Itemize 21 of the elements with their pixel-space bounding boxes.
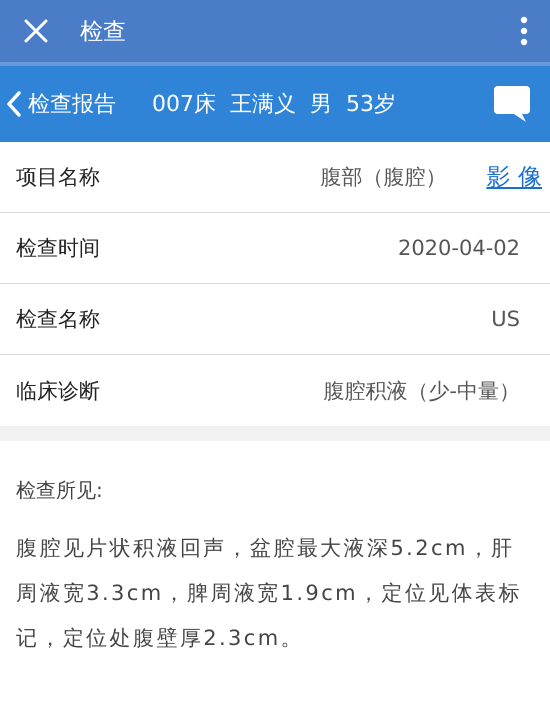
patient-info: 王满义 — [230, 91, 296, 119]
back-button[interactable]: 检查报告 — [6, 89, 116, 119]
patient-info: 53岁 — [346, 91, 396, 119]
field-label: 临床诊断 — [16, 378, 101, 404]
back-icon[interactable] — [6, 90, 22, 118]
field-value: US — [491, 307, 520, 331]
more-icon[interactable] — [520, 16, 528, 46]
section-heading: 检查所见: — [16, 477, 104, 504]
chat-icon[interactable] — [492, 84, 532, 124]
field-label: 项目名称 — [16, 164, 101, 191]
findings-text: 腹腔见片状积液回声，盆腔最大液深5.2cm，肝周液宽3.3cm，脾周液宽1.9cm，定位见体表标记，定位处腹壁厚2.3cm。 — [16, 535, 523, 652]
close-icon[interactable] — [24, 19, 48, 43]
patient-info: 007床 — [152, 91, 216, 119]
field-value: 2020-04-02 — [398, 236, 520, 260]
page-title: 检查 — [80, 18, 127, 46]
field-value: 腹腔积液（少-中量） — [323, 378, 520, 404]
field-value: 腹部（腹腔） — [320, 164, 446, 191]
field-label: 检查名称 — [16, 306, 101, 333]
field-label: 检查时间 — [16, 235, 101, 262]
patient-info: 男 — [310, 91, 332, 119]
image-link[interactable]: 影 像 — [486, 161, 542, 193]
